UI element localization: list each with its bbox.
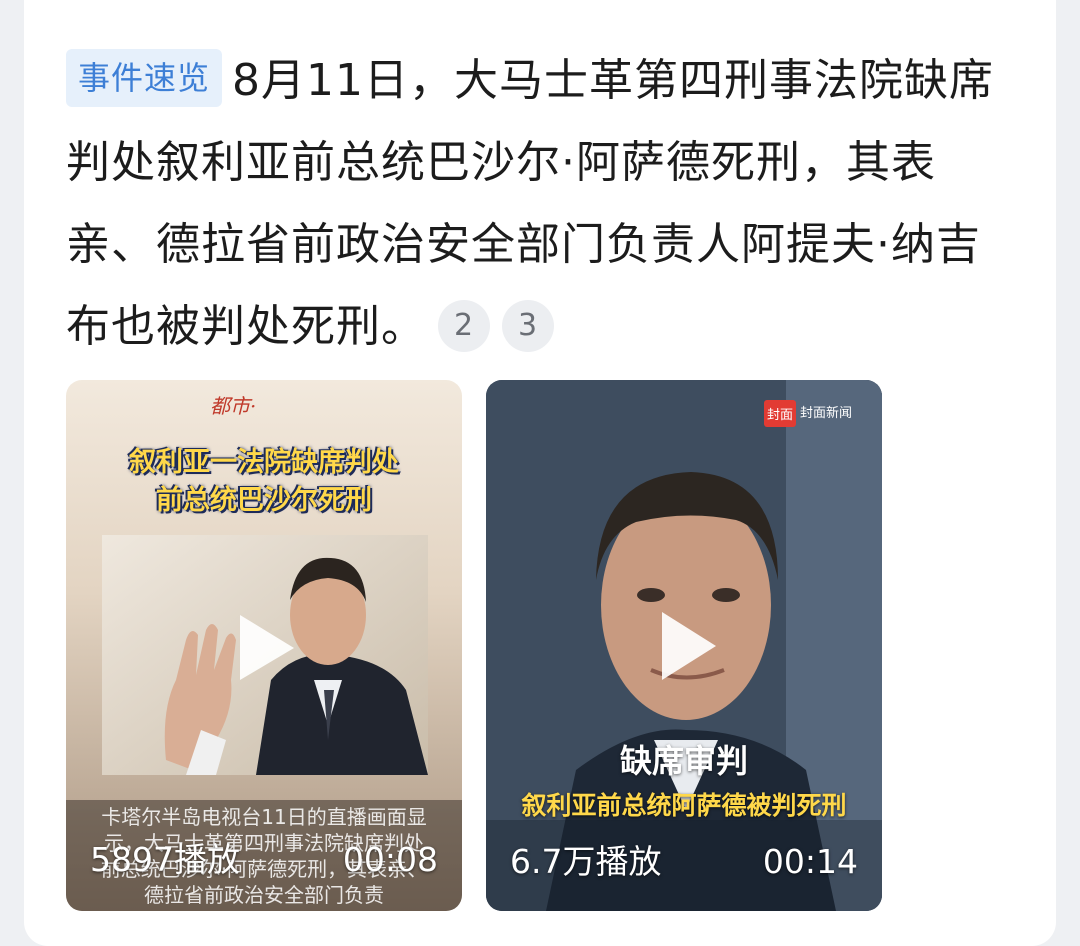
video-card-1[interactable]: 都市· 叙利亚一法院缺席判处 前总统巴沙尔死刑 卡塔尔半岛电视台11日的直播画面…: [66, 380, 462, 911]
video-2-source-logo: 封面 封面新闻: [764, 400, 852, 427]
citation-2[interactable]: 2: [438, 300, 490, 352]
citation-3[interactable]: 3: [502, 300, 554, 352]
video-1-headline-1: 叙利亚一法院缺席判处: [129, 447, 399, 478]
video-1-play-count: 5897播放: [90, 840, 240, 879]
video-2-subtitle-2: 叙利亚前总统阿萨德被判死刑: [521, 791, 847, 820]
video-1-headline-2: 前总统巴沙尔死刑: [156, 485, 372, 516]
video-2-duration: 00:14: [762, 842, 858, 881]
video-2-thumbnail: [486, 380, 882, 911]
video-card-2[interactable]: 封面 封面新闻 缺席审判 叙利亚前总统阿萨德被判死刑 6.7万播放 00:14: [486, 380, 882, 911]
video-2-logo-text: 封面新闻: [800, 406, 853, 421]
video-2-logo-badge: 封面: [764, 400, 797, 427]
video-2-play-count: 6.7万播放: [510, 842, 662, 881]
event-summary: 事件速览 8月11日，大马士革第四刑事法院缺席判处叙利亚前总统巴沙尔·阿萨德死刑，…: [66, 40, 1006, 368]
video-1-duration: 00:08: [342, 840, 438, 879]
video-1-source-logo: 都市·: [210, 394, 257, 418]
video-2-subtitle-1: 缺席审判: [619, 742, 748, 780]
event-summary-tag: 事件速览: [66, 49, 223, 107]
